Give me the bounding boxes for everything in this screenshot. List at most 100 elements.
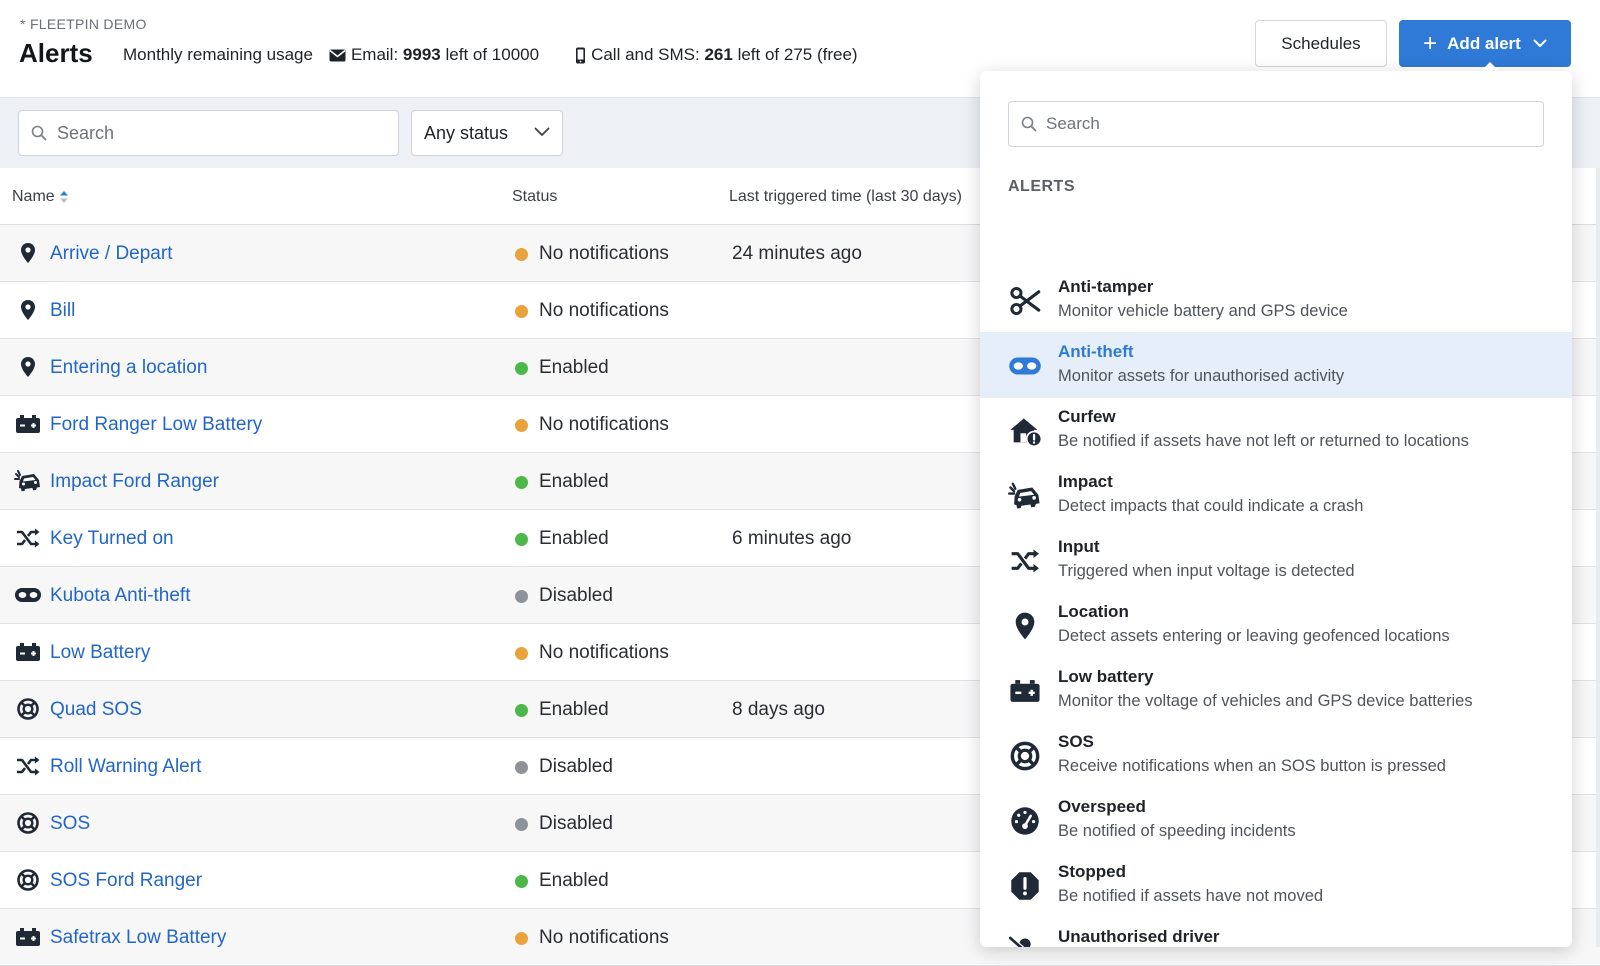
- alert-type-title: SOS: [1058, 732, 1094, 751]
- search-icon: [31, 125, 47, 141]
- last-triggered: 24 minutes ago: [732, 243, 862, 264]
- alert-type-title: Overspeed: [1058, 797, 1146, 816]
- alert-type-title: Anti-theft: [1058, 342, 1134, 361]
- last-triggered: 6 minutes ago: [732, 528, 852, 549]
- status-dot: [515, 362, 528, 375]
- alert-status: No notifications: [539, 243, 669, 264]
- mask-icon: [1008, 350, 1042, 382]
- search-input[interactable]: Search: [18, 110, 399, 156]
- alert-type-description: Be notified if assets have not moved: [1058, 887, 1324, 905]
- chevron-down-icon: [1533, 39, 1547, 47]
- column-name-label: Name: [12, 188, 55, 205]
- status-filter-value: Any status: [424, 122, 509, 143]
- alert-name-link[interactable]: Kubota Anti-theft: [50, 585, 191, 607]
- alert-type-description: Monitor the voltage of vehicles and GPS …: [1058, 692, 1473, 710]
- alert-type-description: Detect assets entering or leaving geofen…: [1058, 627, 1450, 645]
- alert-type-description: Be notified of speeding incidents: [1058, 822, 1296, 840]
- status-dot: [515, 704, 528, 717]
- alert-status: Enabled: [539, 870, 609, 891]
- alert-name-link[interactable]: Safetrax Low Battery: [50, 927, 226, 949]
- alert-name-link[interactable]: Arrive / Depart: [50, 243, 172, 265]
- alert-name-link[interactable]: Quad SOS: [50, 699, 142, 721]
- alert-status: Enabled: [539, 471, 609, 492]
- alert-status: No notifications: [539, 414, 669, 435]
- status-dot: [515, 533, 528, 546]
- alert-type-option[interactable]: Anti-theft Monitor assets for unauthorise…: [980, 332, 1572, 398]
- alert-status: Disabled: [539, 756, 613, 777]
- alert-type-option[interactable]: Overspeed Be notified of speeding inciden…: [980, 787, 1572, 853]
- location-pin-icon: [14, 298, 42, 322]
- column-last-triggered[interactable]: Last triggered time (last 30 days): [729, 188, 962, 206]
- alert-name-link[interactable]: Entering a location: [50, 357, 207, 379]
- status-dot: [515, 476, 528, 489]
- alert-type-title: Curfew: [1058, 407, 1116, 426]
- user-slash-icon: [1008, 935, 1042, 947]
- scissors-icon: [1008, 285, 1042, 317]
- status-filter-select[interactable]: Any status: [411, 110, 563, 156]
- alert-name-link[interactable]: Key Turned on: [50, 528, 174, 550]
- alert-type-description: Detect impacts that could indicate a cra…: [1058, 497, 1364, 515]
- alert-type-option[interactable]: Unauthorised driverDetect unauthorised a…: [980, 917, 1572, 947]
- alert-type-title: Impact: [1058, 472, 1113, 491]
- status-dot: [515, 647, 528, 660]
- alert-status: Enabled: [539, 528, 609, 549]
- alert-name-link[interactable]: Ford Ranger Low Battery: [50, 414, 262, 436]
- phone-icon: [576, 47, 586, 63]
- status-dot: [515, 419, 528, 432]
- alert-type-description: Receive notifications when an SOS button…: [1058, 757, 1446, 775]
- alert-status: Enabled: [539, 699, 609, 720]
- add-alert-dropdown: Search ALERTS Anti-tamper Monitor vehicle…: [980, 71, 1572, 947]
- schedules-button[interactable]: Schedules: [1255, 20, 1387, 67]
- alert-name-link[interactable]: Impact Ford Ranger: [50, 471, 219, 493]
- email-usage: Email: 9993 left of 10000: [329, 45, 539, 65]
- alert-status: Enabled: [539, 357, 609, 378]
- status-dot: [515, 305, 528, 318]
- alert-type-option[interactable]: Stopped Be notified if assets have not mo…: [980, 852, 1572, 918]
- status-dot: [515, 932, 528, 945]
- alert-type-option[interactable]: Impact Detect impacts that could indicate…: [980, 462, 1572, 528]
- alert-name-link[interactable]: SOS Ford Ranger: [50, 870, 202, 892]
- alert-status: Disabled: [539, 585, 613, 606]
- column-status[interactable]: Status: [512, 188, 557, 206]
- status-dot: [515, 248, 528, 261]
- alert-name-link[interactable]: SOS: [50, 813, 90, 835]
- last-triggered: 8 days ago: [732, 699, 825, 720]
- alert-type-description: Monitor vehicle battery and GPS device: [1058, 302, 1348, 320]
- page-scrollbar[interactable]: [1596, 168, 1600, 947]
- alert-status: No notifications: [539, 642, 669, 663]
- alert-name-link[interactable]: Low Battery: [50, 642, 150, 664]
- alert-type-option[interactable]: Input Triggered when input voltage is det…: [980, 527, 1572, 593]
- status-dot: [515, 590, 528, 603]
- lifebuoy-icon: [14, 868, 42, 892]
- octagon-alert-icon: [1008, 870, 1042, 902]
- alert-status: No notifications: [539, 927, 669, 948]
- alert-name-link[interactable]: Bill: [50, 300, 75, 322]
- chevron-down-icon: [534, 127, 550, 136]
- dropdown-caret: [1482, 62, 1498, 70]
- add-alert-button[interactable]: + Add alert: [1399, 20, 1571, 67]
- alert-type-option[interactable]: SOS Receive notifications when an SOS but…: [980, 722, 1572, 788]
- page-title: Alerts: [19, 38, 93, 68]
- sms-suffix: left of 275 (free): [737, 45, 858, 64]
- location-pin-icon: [14, 241, 42, 265]
- car-crash-icon: [1008, 480, 1042, 512]
- lifebuoy-icon: [1008, 740, 1042, 772]
- alert-name-link[interactable]: Roll Warning Alert: [50, 756, 201, 778]
- alert-type-option[interactable]: Location Detect assets entering or leavin…: [980, 592, 1572, 658]
- status-dot: [515, 818, 528, 831]
- alert-type-option[interactable]: Low battery Monitor the voltage of vehicl…: [980, 657, 1572, 723]
- column-name[interactable]: Name: [12, 188, 69, 206]
- alert-type-title: Stopped: [1058, 862, 1126, 881]
- battery-icon: [14, 640, 42, 664]
- alert-type-option[interactable]: Anti-tamper Monitor vehicle battery and G…: [980, 267, 1572, 333]
- plus-icon: +: [1423, 29, 1438, 57]
- dropdown-section-label: ALERTS: [1008, 178, 1075, 195]
- dropdown-search-placeholder: Search: [1046, 114, 1100, 133]
- dropdown-search-input[interactable]: Search: [1008, 101, 1544, 147]
- mask-icon: [14, 583, 42, 607]
- car-crash-icon: [14, 469, 42, 493]
- alert-type-option[interactable]: Curfew Be notified if assets have not lef…: [980, 397, 1572, 463]
- email-remaining: 9993: [402, 45, 441, 64]
- battery-icon: [14, 925, 42, 949]
- alert-type-title: Input: [1058, 537, 1100, 556]
